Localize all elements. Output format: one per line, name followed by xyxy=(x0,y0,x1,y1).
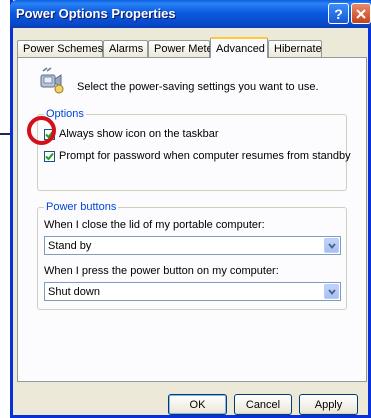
checkmark-icon xyxy=(45,152,54,160)
cancel-button[interactable]: Cancel xyxy=(234,394,292,415)
title-bar[interactable]: Power Options Properties ? xyxy=(10,0,371,28)
chevron-down-icon xyxy=(327,242,336,249)
prompt-password-label: Prompt for password when computer resume… xyxy=(59,150,351,162)
power-button-action-label: When I press the power button on my comp… xyxy=(44,265,279,277)
window-title: Power Options Properties xyxy=(16,6,176,21)
lid-action-dropdown[interactable]: Stand by xyxy=(44,236,341,255)
ok-button[interactable]: OK xyxy=(168,394,227,415)
apply-button[interactable]: Apply xyxy=(299,394,358,415)
chevron-down-icon xyxy=(327,288,336,295)
prompt-password-option[interactable]: Prompt for password when computer resume… xyxy=(44,150,351,162)
tab-hibernate[interactable]: Hibernate xyxy=(268,40,322,57)
close-icon xyxy=(356,8,366,19)
power-settings-icon xyxy=(40,67,64,94)
tab-alarms[interactable]: Alarms xyxy=(103,40,148,57)
prompt-password-checkbox[interactable] xyxy=(44,150,55,162)
lid-action-dropdown-button[interactable] xyxy=(324,238,339,253)
advanced-tab-panel: Select the power-saving settings you wan… xyxy=(17,57,367,382)
close-button[interactable] xyxy=(351,3,371,24)
power-button-action-dropdown-button[interactable] xyxy=(324,284,339,299)
tab-advanced[interactable]: Advanced xyxy=(210,37,268,58)
help-icon: ? xyxy=(334,5,343,22)
power-button-action-dropdown[interactable]: Shut down xyxy=(44,282,341,301)
always-show-icon-option[interactable]: Always show icon on the taskbar xyxy=(44,128,219,140)
options-groupbox: Options Always show icon on the taskbar … xyxy=(37,108,351,191)
lid-action-label: When I close the lid of my portable comp… xyxy=(44,219,265,231)
power-buttons-groupbox: Power buttons When I close the lid of my… xyxy=(37,201,347,310)
header-description: Select the power-saving settings you wan… xyxy=(77,81,319,93)
annotation-highlight-circle xyxy=(27,116,56,145)
power-buttons-legend: Power buttons xyxy=(44,201,119,213)
help-button[interactable]: ? xyxy=(328,3,349,24)
power-button-action-value: Shut down xyxy=(48,286,100,298)
tab-power-schemes[interactable]: Power Schemes xyxy=(17,40,103,57)
tab-power-meter[interactable]: Power Meter xyxy=(148,40,216,57)
lid-action-value: Stand by xyxy=(48,240,92,252)
power-options-dialog: Power Options Properties ? Power Schemes… xyxy=(10,0,371,418)
always-show-icon-label: Always show icon on the taskbar xyxy=(59,128,219,140)
